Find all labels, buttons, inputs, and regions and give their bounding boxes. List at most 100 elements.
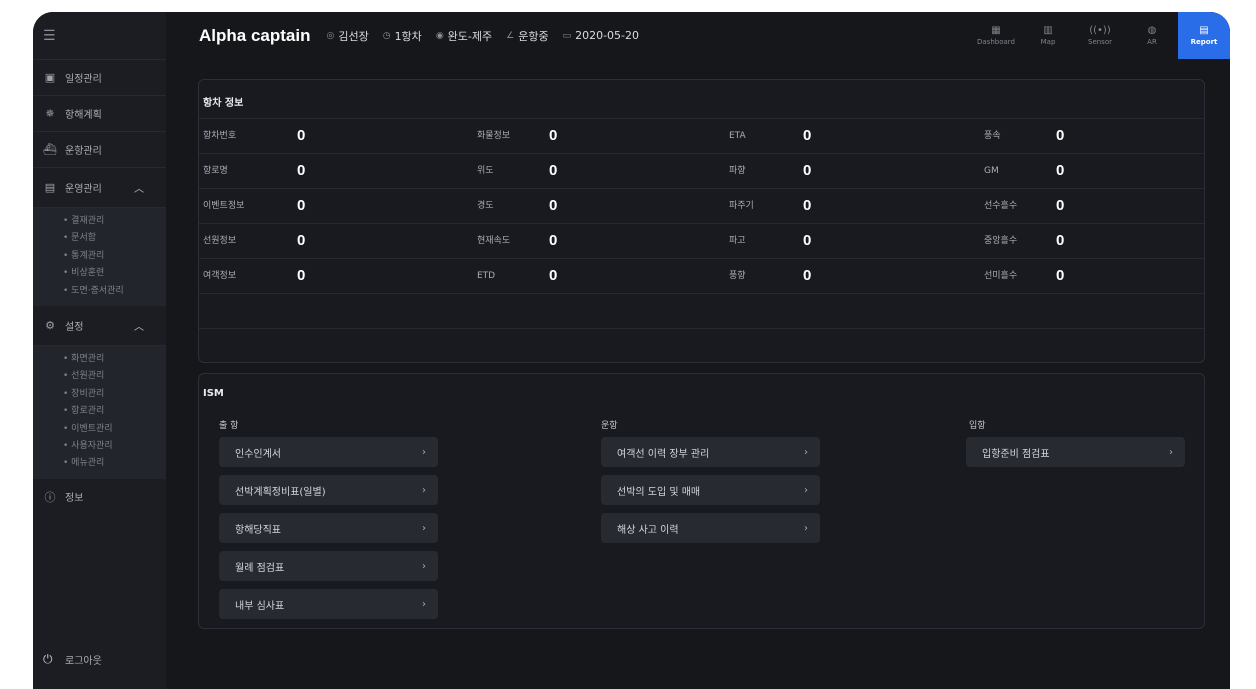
field-value: 0: [297, 197, 306, 214]
clock-icon: ◷: [382, 30, 391, 41]
panel-title: 항차 정보: [203, 98, 244, 109]
field-label: 항로명: [203, 166, 228, 176]
nav-report[interactable]: ▤ Report: [1178, 12, 1230, 59]
departure-heading: 출 항: [219, 421, 239, 431]
ism-item-button[interactable]: 여객선 이력 장부 관리 ›: [601, 437, 820, 467]
ism-item-button[interactable]: 월례 점검표 ›: [219, 551, 438, 581]
chevron-right-icon: ›: [422, 522, 426, 534]
map-icon: ▥: [1043, 25, 1053, 36]
ism-item-button[interactable]: 선박의 도입 및 매매 ›: [601, 475, 820, 505]
field-label: ETA: [729, 131, 746, 141]
field-label: GM: [984, 166, 999, 176]
logout-label: 로그아웃: [65, 655, 102, 667]
dashboard-icon: ▦: [991, 25, 1001, 36]
sidebar-item-info[interactable]: ⓘ 정보: [33, 479, 166, 515]
field-value: 0: [297, 127, 306, 144]
field-label: 선원정보: [203, 236, 237, 246]
field-value: 0: [1056, 197, 1065, 214]
field-value: 0: [549, 127, 558, 144]
location-pin-icon: ◉: [435, 30, 444, 41]
chevron-up-icon: ︿: [134, 321, 144, 333]
submenu-item-screen[interactable]: • 화면관리: [33, 351, 166, 368]
ism-item-button[interactable]: 인수인계서 ›: [219, 437, 438, 467]
ism-panel: ISM 출 항 운항 입항 인수인계서 › 선박계획정비표(일별) › 항해당직…: [198, 373, 1205, 629]
voyage-info-table: 항차번호 0 화물정보 0 ETA 0 풍속 0 항로명 0 위도 0 파향 0…: [199, 118, 1204, 363]
nav-ar[interactable]: ◍ AR: [1126, 12, 1178, 59]
top-header: Alpha captain ◎ 김선장 ◷ 1항차 ◉ 완도-제주 ∠ 운항중 …: [166, 12, 1230, 59]
logout-button[interactable]: ⏻ 로그아웃: [33, 641, 102, 677]
sidebar-item-management[interactable]: ▤ 운영관리 ︿: [33, 168, 166, 208]
table-row: 선원정보 0 현재속도 0 파고 0 중앙흘수 0: [199, 223, 1204, 258]
field-value: 0: [549, 267, 558, 284]
captain-icon: ◎: [326, 30, 335, 41]
ism-item-button[interactable]: 내부 심사표 ›: [219, 589, 438, 619]
field-label: 위도: [477, 166, 494, 176]
sidebar-item-label: 정보: [65, 493, 84, 505]
chevron-right-icon: ›: [804, 446, 808, 458]
ism-item-button[interactable]: 입항준비 점검표 ›: [966, 437, 1185, 467]
field-value: 0: [297, 232, 306, 249]
menu-icon[interactable]: ☰: [33, 12, 166, 60]
info-icon: ⓘ: [44, 490, 56, 504]
submenu-item-statistics[interactable]: • 통계관리: [33, 248, 166, 265]
settings-submenu: • 화면관리 • 선원관리 • 장비관리 • 항로관리 • 이벤트관리 • 사용…: [33, 345, 166, 479]
chevron-right-icon: ›: [804, 484, 808, 496]
field-label: 중앙흘수: [984, 236, 1018, 246]
calendar-icon: ▣: [44, 71, 56, 84]
compass-icon: ∠: [506, 30, 515, 41]
sidebar-item-settings[interactable]: ⚙ 설정 ︿: [33, 306, 166, 346]
app-title: Alpha captain: [199, 25, 311, 45]
ism-item-button[interactable]: 선박계획정비표(일별) ›: [219, 475, 438, 505]
submenu-item-drill[interactable]: • 비상훈련: [33, 265, 166, 282]
submenu-item-route[interactable]: • 항로관리: [33, 403, 166, 420]
field-label: 현재속도: [477, 236, 511, 246]
nav-sensor[interactable]: ((•)) Sensor: [1074, 12, 1126, 59]
ism-item-button[interactable]: 해상 사고 이력 ›: [601, 513, 820, 543]
chevron-right-icon: ›: [422, 560, 426, 572]
chevron-right-icon: ›: [804, 522, 808, 534]
ar-icon: ◍: [1147, 25, 1157, 36]
field-value: 0: [549, 232, 558, 249]
submenu-item-event[interactable]: • 이벤트관리: [33, 421, 166, 438]
field-value: 0: [549, 197, 558, 214]
field-label: 파주기: [729, 201, 754, 211]
chevron-right-icon: ›: [422, 484, 426, 496]
table-row: 여객정보 0 ETD 0 풍향 0 선미흘수 0: [199, 258, 1204, 293]
sensor-icon: ((•)): [1089, 25, 1111, 36]
status-info: ∠ 운항중: [506, 29, 549, 43]
arrival-heading: 입항: [969, 421, 986, 431]
voyage-info: ◷ 1항차: [382, 29, 422, 43]
field-label: ETD: [477, 271, 496, 281]
app-window: ☰ ▣ 일정관리 ✵ 항해계획 ⛴ 운항관리 ▤ 운영관리 ︿ • 결재관리 •…: [33, 12, 1230, 689]
table-row: 항차번호 0 화물정보 0 ETA 0 풍속 0: [199, 118, 1204, 153]
nav-dashboard[interactable]: ▦ Dashboard: [970, 12, 1022, 59]
sidebar-item-label: 설정: [65, 321, 84, 333]
submenu-item-drawings[interactable]: • 도면·증서관리: [33, 283, 166, 300]
field-value: 0: [549, 162, 558, 179]
submenu-item-crew[interactable]: • 선원관리: [33, 368, 166, 385]
field-label: 풍속: [984, 131, 1001, 141]
gear-icon: ⚙: [45, 318, 55, 332]
sidebar-item-schedule[interactable]: ▣ 일정관리: [33, 60, 166, 96]
sidebar-item-operation[interactable]: ⛴ 운항관리: [33, 132, 166, 168]
top-nav: ▦ Dashboard ▥ Map ((•)) Sensor ◍ AR ▤ Re…: [970, 12, 1230, 59]
submenu-item-user[interactable]: • 사용자관리: [33, 438, 166, 455]
management-submenu: • 결재관리 • 문서함 • 통계관리 • 비상훈련 • 도면·증서관리: [33, 208, 166, 306]
table-row: 항로명 0 위도 0 파향 0 GM 0: [199, 153, 1204, 188]
submenu-item-equipment[interactable]: • 장비관리: [33, 386, 166, 403]
power-icon: ⏻: [43, 651, 53, 666]
field-value: 0: [1056, 232, 1065, 249]
chevron-up-icon: ︿: [134, 184, 144, 195]
field-label: 경도: [477, 201, 494, 211]
submenu-item-documents[interactable]: • 문서함: [33, 230, 166, 247]
nav-map[interactable]: ▥ Map: [1022, 12, 1074, 59]
sidebar-item-voyage-plan[interactable]: ✵ 항해계획: [33, 96, 166, 132]
submenu-item-approval[interactable]: • 결재관리: [33, 213, 166, 230]
field-value: 0: [297, 162, 306, 179]
submenu-item-menu[interactable]: • 메뉴관리: [33, 455, 166, 472]
ism-item-button[interactable]: 항해당직표 ›: [219, 513, 438, 543]
panel-title: ISM: [203, 388, 224, 399]
sidebar-item-label: 운항관리: [65, 146, 102, 157]
chevron-right-icon: ›: [422, 598, 426, 610]
chevron-right-icon: ›: [422, 446, 426, 458]
